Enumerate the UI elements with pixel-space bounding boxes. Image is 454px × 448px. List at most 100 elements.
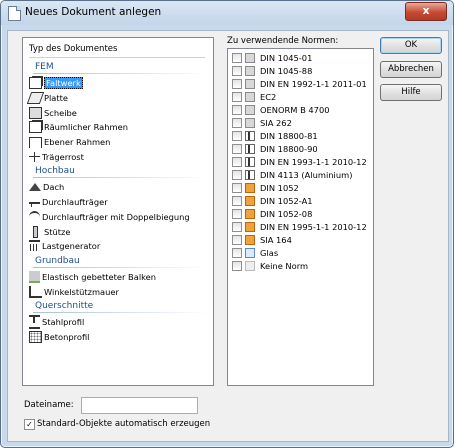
norm-checkbox[interactable] [232, 170, 242, 180]
norm-checkbox[interactable] [232, 66, 242, 76]
continuous-beam-icon [29, 197, 40, 208]
ok-button[interactable]: OK [380, 37, 442, 54]
norm-item[interactable]: DIN 1052-08 [232, 208, 312, 220]
document-type-item[interactable]: Durchlaufträger [25, 195, 209, 210]
norm-item[interactable]: DIN EN 1995-1-1 2010-12 [232, 221, 367, 233]
norm-item[interactable]: Keine Norm [232, 260, 308, 272]
document-type-item[interactable]: Durchlaufträger mit Doppelbiegung [25, 210, 209, 225]
auto-objects-label[interactable]: Standard-Objekte automatisch erzeugen [37, 419, 210, 429]
norm-checkbox[interactable] [232, 144, 242, 154]
norm-item[interactable]: DIN 1052-A1 [232, 195, 313, 207]
document-type-label: Stütze [44, 226, 71, 237]
document-type-label: Trägerrost [42, 151, 84, 162]
close-button[interactable]: x [405, 2, 447, 21]
wood-material-icon [245, 209, 255, 219]
steel-profile-icon [29, 315, 40, 330]
norm-item[interactable]: DIN 18800-81 [232, 130, 318, 142]
document-type-item[interactable]: Winkelstützmauer [25, 284, 209, 299]
title-bar[interactable]: Neues Dokument anlegen x [1, 1, 453, 25]
document-type-item[interactable]: Räumlicher Rahmen [25, 120, 209, 135]
norm-checkbox[interactable] [232, 183, 242, 193]
norm-checkbox[interactable] [232, 53, 242, 63]
norms-list[interactable]: DIN 1045-01 DIN 1045-88 DIN EN 1992-1-1 20… [227, 48, 374, 386]
norm-label: DIN 18800-90 [260, 144, 318, 154]
spatial-frame-icon [29, 121, 42, 134]
document-type-item[interactable]: Scheibe [25, 105, 209, 120]
document-type-item[interactable]: Trägerrost [25, 149, 209, 164]
norm-item[interactable]: SIA 164 [232, 234, 292, 246]
wood-material-icon [245, 196, 255, 206]
document-type-item[interactable]: Faltwerk [25, 76, 209, 91]
norm-checkbox[interactable] [232, 196, 242, 206]
group-divider [33, 177, 209, 179]
norm-item[interactable]: DIN EN 1993-1-1 2010-12 [232, 156, 367, 168]
group-header-2: Grundbau [35, 255, 80, 266]
norm-label: OENORM B 4700 [260, 105, 330, 115]
document-type-label: Elastisch gebetteter Balken [42, 271, 157, 282]
document-type-item[interactable]: Elastisch gebetteter Balken [25, 270, 209, 285]
window-title: Neues Dokument anlegen [25, 6, 162, 18]
document-type-list[interactable]: Typ des Dokumentes FEM Faltwerk Platte Sche… [22, 37, 214, 386]
norm-checkbox[interactable] [232, 261, 242, 271]
steel-material-icon [245, 170, 255, 180]
norm-checkbox[interactable] [232, 209, 242, 219]
filename-label: Dateiname: [24, 400, 74, 410]
concrete-material-icon [245, 79, 255, 89]
norm-item[interactable]: OENORM B 4700 [232, 104, 330, 116]
norm-item[interactable]: EC2 [232, 91, 276, 103]
norm-label: DIN EN 1993-1-1 2010-12 [260, 157, 367, 167]
norm-checkbox[interactable] [232, 157, 242, 167]
norm-checkbox[interactable] [232, 235, 242, 245]
norm-item[interactable]: DIN 18800-90 [232, 143, 318, 155]
norm-label: DIN 1052-08 [260, 209, 313, 219]
norm-checkbox[interactable] [232, 105, 242, 115]
norm-checkbox[interactable] [232, 92, 242, 102]
document-type-tree: FEM Faltwerk Platte Scheibe Räumlicher Rahme… [25, 60, 209, 344]
concrete-material-icon [245, 53, 255, 63]
wood-material-icon [245, 235, 255, 245]
norm-label: DIN EN 1992-1-1 2011-01 [260, 79, 367, 89]
elastic-beam-icon [29, 270, 40, 283]
auto-objects-checkbox[interactable]: ✓ [24, 419, 35, 430]
column-icon [33, 225, 38, 238]
wall-disc-icon [29, 106, 42, 119]
norm-item[interactable]: SIA 262 [232, 117, 292, 129]
norm-item[interactable]: DIN EN 1992-1-1 2011-01 [232, 78, 367, 90]
norm-label: DIN 1052 [260, 183, 299, 193]
group-divider [33, 311, 209, 313]
norm-checkbox[interactable] [232, 79, 242, 89]
norm-item[interactable]: DIN 1045-88 [232, 65, 312, 77]
norm-label: DIN 4113 (Aluminium) [260, 170, 353, 180]
plane-frame-icon [29, 136, 42, 148]
help-button[interactable]: Hilfe [380, 84, 442, 101]
document-type-header: Typ des Dokumentes [29, 41, 205, 58]
document-type-label: Faltwerk [44, 77, 83, 90]
norm-checkbox[interactable] [232, 222, 242, 232]
norm-item[interactable]: Glas [232, 247, 278, 259]
dialog-window: Neues Dokument anlegen x Typ des Dokumen… [0, 0, 454, 448]
norm-item[interactable]: DIN 1045-01 [232, 52, 312, 64]
document-type-item[interactable]: Platte [25, 91, 209, 106]
cancel-button[interactable]: Abbrechen [380, 61, 442, 78]
document-type-item[interactable]: Betonprofil [25, 330, 209, 345]
norm-item[interactable]: DIN 1052 [232, 182, 299, 194]
norm-checkbox[interactable] [232, 118, 242, 128]
group-divider [33, 73, 209, 74]
norm-label: DIN EN 1995-1-1 2010-12 [260, 222, 367, 232]
document-type-item[interactable]: Dach [25, 180, 209, 195]
document-type-item[interactable]: Ebener Rahmen [25, 135, 209, 150]
document-type-label: Durchlaufträger [42, 197, 108, 208]
roof-icon [29, 183, 41, 192]
load-generator-icon [29, 240, 40, 252]
norm-label: DIN 1052-A1 [260, 196, 313, 206]
norm-label: EC2 [260, 92, 277, 102]
group-header-0: FEM [35, 62, 54, 72]
norm-item[interactable]: DIN 4113 (Aluminium) [232, 169, 352, 181]
norm-label: DIN 1045-01 [260, 53, 313, 63]
document-type-item[interactable]: Lastgenerator [25, 239, 209, 254]
norm-checkbox[interactable] [232, 248, 242, 258]
norm-checkbox[interactable] [232, 131, 242, 141]
document-type-item[interactable]: Stütze [25, 224, 209, 239]
document-type-item[interactable]: Stahlprofil [25, 315, 209, 330]
filename-input[interactable] [81, 397, 198, 414]
